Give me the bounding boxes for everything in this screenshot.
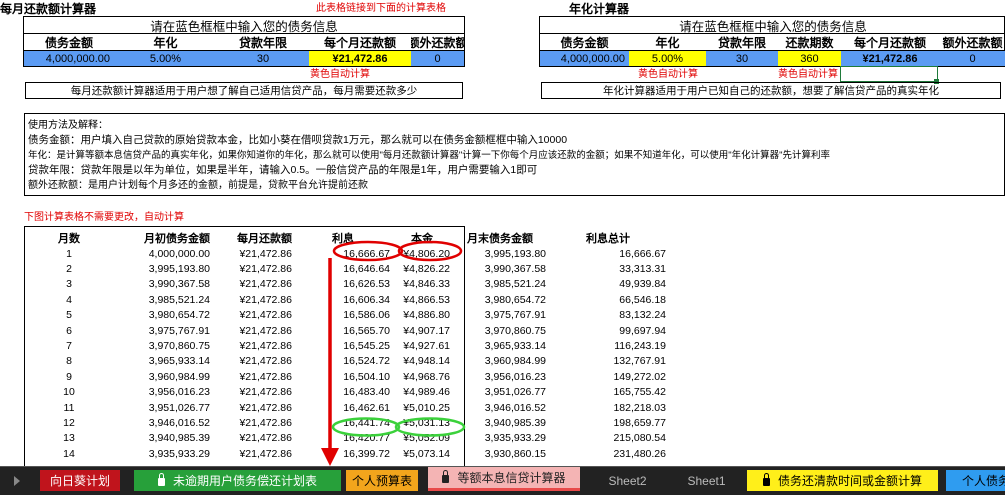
sheet-tab-2[interactable]: 未逾期用户债务偿还计划表: [134, 470, 341, 491]
sheet-tab-label: 个人预算表: [351, 474, 412, 488]
red-arrow-head: [321, 448, 339, 466]
sheet-tab-5[interactable]: Sheet2: [590, 470, 665, 491]
green-circle-principal: [394, 417, 466, 437]
lock-icon: [442, 470, 450, 483]
red-circle-principal: [397, 240, 463, 262]
sheet-tab-label: 向日葵计划: [49, 474, 110, 488]
sheet-tab-label: 个人债务: [961, 474, 1005, 488]
sheet-tab-label: Sheet2: [608, 473, 647, 488]
lock-icon: [157, 473, 165, 486]
sheet-tab-label: Sheet1: [687, 473, 726, 488]
sheet-tab-label: 债务还清款时间或金额计算: [777, 474, 922, 488]
annotation-overlay: [321, 240, 466, 466]
sheet-tab-7[interactable]: 债务还清款时间或金额计算: [747, 470, 938, 491]
sheet-tab-4[interactable]: 等额本息信贷计算器: [428, 467, 580, 491]
sheet-tab-3[interactable]: 个人预算表: [346, 470, 418, 491]
sheet-tab-8[interactable]: 个人债务: [946, 470, 1005, 491]
green-circle-interest: [331, 417, 401, 437]
tab-scroll-right-icon[interactable]: [14, 476, 20, 486]
sheet-tab-6[interactable]: Sheet1: [669, 470, 744, 491]
red-circle-interest: [332, 240, 404, 262]
sheet-tab-label: 等额本息信贷计算器: [457, 471, 566, 485]
sheet-tab-1[interactable]: 向日葵计划: [40, 470, 120, 491]
lock-icon: [762, 473, 770, 486]
sheet-tab-bar: 向日葵计划 未逾期用户债务偿还计划表 个人预算表 等额本息信贷计算器 Sheet2 She…: [0, 466, 1005, 495]
sheet-tab-label: 未逾期用户债务偿还计划表: [172, 474, 317, 488]
